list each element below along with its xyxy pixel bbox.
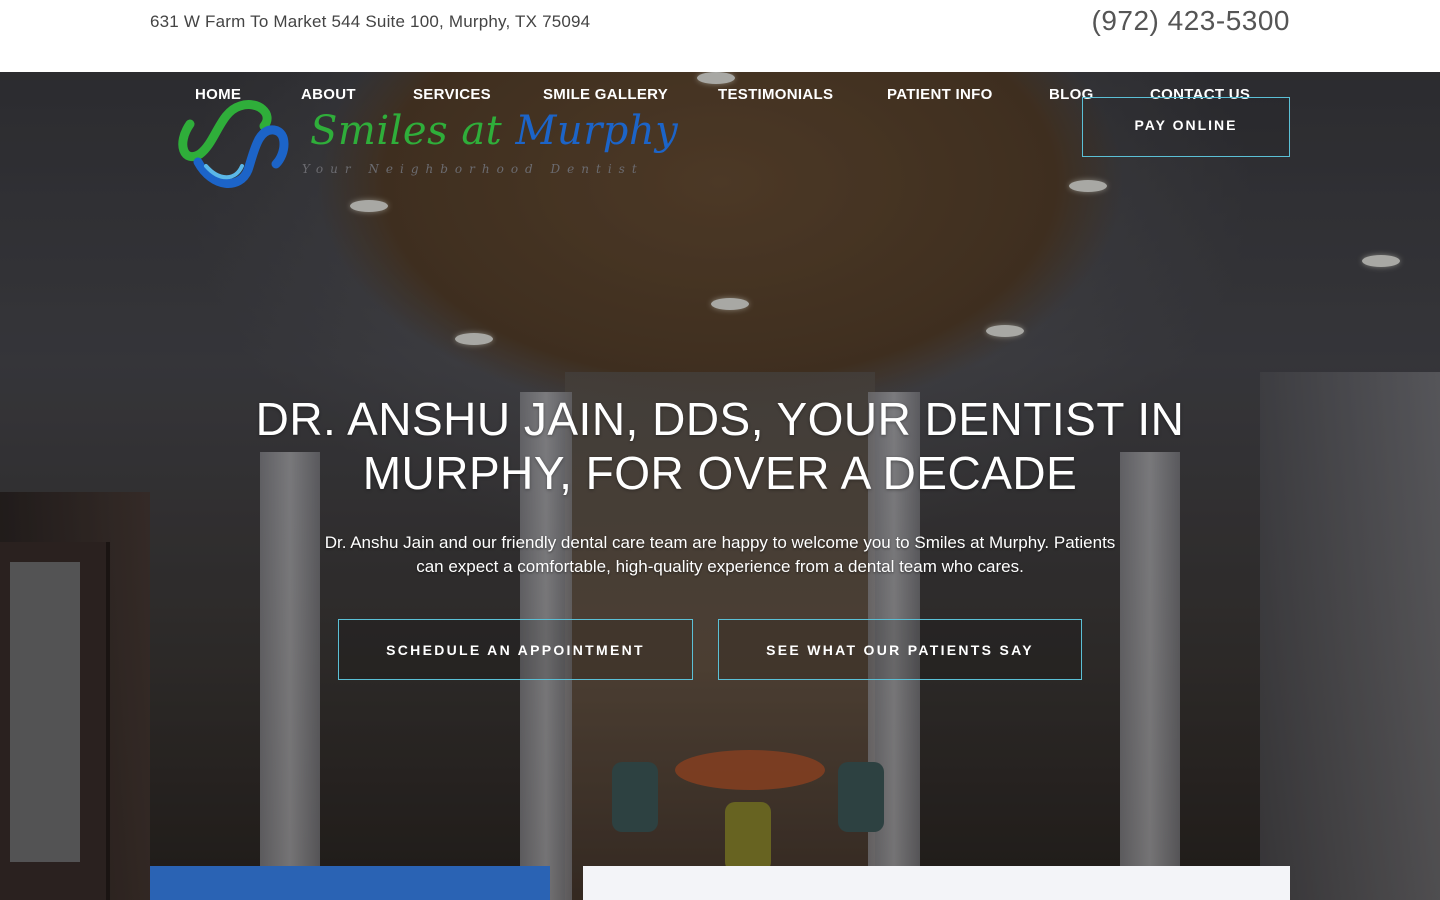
logo-wordmark: Smiles at Murphy <box>310 108 678 154</box>
logo-tagline: Your Neighborhood Dentist <box>302 162 644 176</box>
logo-wordmark-smiles: Smiles at <box>310 108 516 154</box>
hero-intro-line1: Dr. Anshu Jain and our friendly dental c… <box>324 533 1116 552</box>
feature-card-light <box>583 866 1290 900</box>
nav-patient-info[interactable]: PATIENT INFO <box>887 86 993 103</box>
hero-intro-line2: can expect a comfortable, high-quality e… <box>416 557 1024 576</box>
top-info-bar: 631 W Farm To Market 544 Suite 100, Murp… <box>0 0 1440 72</box>
logo-wordmark-murphy: Murphy <box>515 108 679 154</box>
hero-headline-line1: DR. ANSHU JAIN, DDS, YOUR DENTIST IN <box>255 393 1185 445</box>
hero-headline-line2: MURPHY, FOR OVER A DECADE <box>362 447 1078 499</box>
nav-testimonials[interactable]: TESTIMONIALS <box>718 86 833 103</box>
site-logo[interactable]: Smiles at Murphy Your Neighborhood Denti… <box>176 92 678 196</box>
hero-headline: DR. ANSHU JAIN, DDS, YOUR DENTIST IN MUR… <box>200 392 1240 500</box>
phone-number-link[interactable]: (972) 423-5300 <box>1092 5 1290 37</box>
logo-swirl-icon <box>178 100 289 188</box>
patient-reviews-button[interactable]: SEE WHAT OUR PATIENTS SAY <box>718 619 1082 680</box>
schedule-appointment-button[interactable]: SCHEDULE AN APPOINTMENT <box>338 619 693 680</box>
pay-online-button[interactable]: PAY ONLINE <box>1082 97 1290 157</box>
office-address[interactable]: 631 W Farm To Market 544 Suite 100, Murp… <box>150 12 590 32</box>
feature-card-blue <box>150 866 550 900</box>
hero-intro-text: Dr. Anshu Jain and our friendly dental c… <box>300 531 1140 579</box>
